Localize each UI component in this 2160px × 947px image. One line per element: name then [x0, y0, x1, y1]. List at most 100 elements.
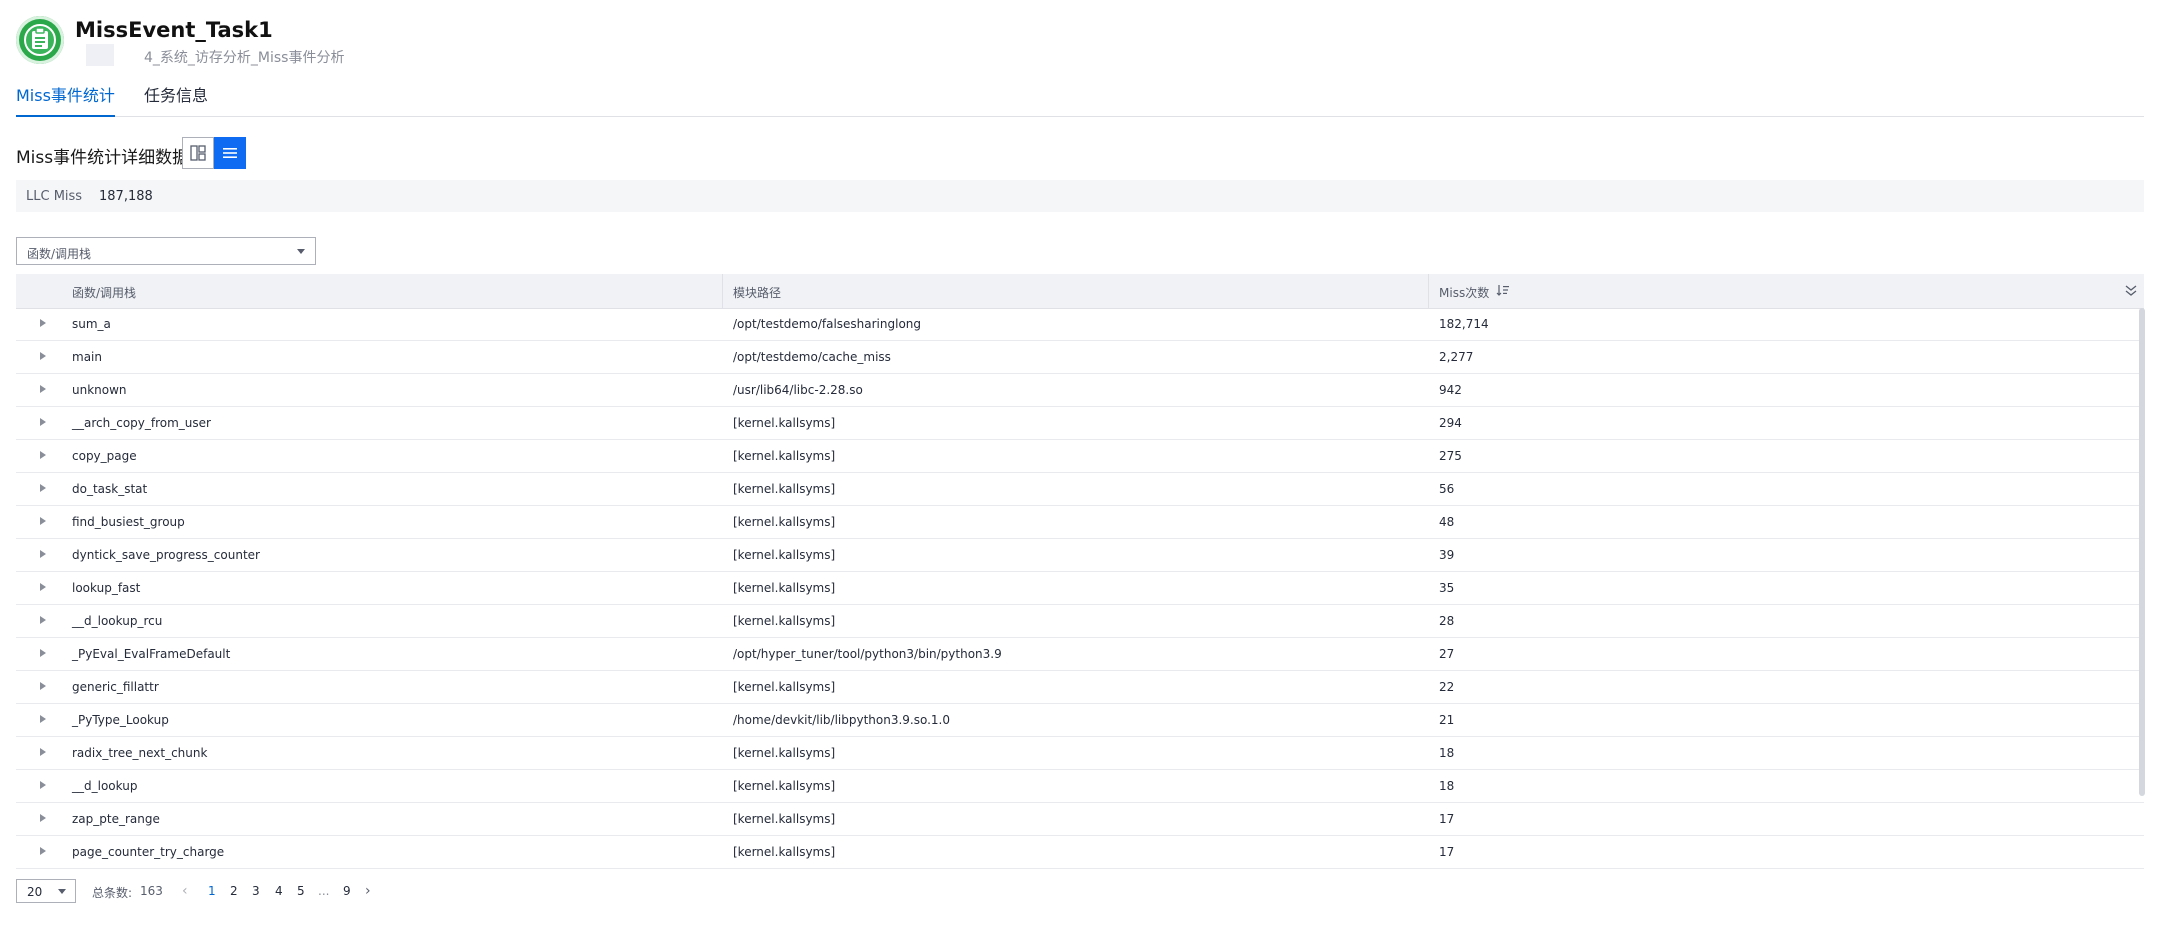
grid-view-icon [190, 145, 206, 161]
group-by-select[interactable]: 函数/调用栈 [16, 237, 316, 265]
table-header: 函数/调用栈 模块路径 Miss次数 [16, 274, 2144, 309]
summary-value: 187,188 [99, 189, 153, 204]
tab-task-info[interactable]: 任务信息 [144, 84, 208, 115]
expand-row-icon[interactable] [40, 682, 46, 690]
cell-miss-count: 17 [1439, 845, 1455, 859]
expand-row-icon[interactable] [40, 616, 46, 624]
expand-row-icon[interactable] [40, 814, 46, 822]
next-page-icon[interactable]: › [365, 883, 371, 899]
expand-row-icon[interactable] [40, 352, 46, 360]
cell-function: page_counter_try_charge [72, 845, 225, 859]
tab-bar: Miss事件统计 任务信息 [16, 84, 2144, 117]
table-body: sum_a/opt/testdemo/falsesharinglong 182,7… [16, 308, 2144, 869]
table-row[interactable]: dyntick_save_progress_counter [kernel.kal… [16, 539, 2144, 572]
prev-page-icon[interactable]: ‹ [182, 883, 188, 899]
cell-module-path: [kernel.kallsyms] [733, 680, 836, 694]
cell-module-path: /opt/testdemo/cache_miss [733, 350, 891, 364]
cell-module-path: [kernel.kallsyms] [733, 845, 836, 859]
cell-miss-count: 294 [1439, 416, 1462, 430]
cell-miss-count: 27 [1439, 647, 1455, 661]
table-row[interactable]: sum_a/opt/testdemo/falsesharinglong 182,7… [16, 308, 2144, 341]
table-row[interactable]: do_task_stat [kernel.kallsyms] 56 [16, 473, 2144, 506]
column-header-miss-count[interactable]: Miss次数 [1439, 284, 1489, 301]
list-view-icon [223, 148, 237, 158]
cell-function: __d_lookup [72, 779, 138, 793]
table-row[interactable]: __d_lookup_rcu [kernel.kallsyms] 28 [16, 605, 2144, 638]
table-scrollbar[interactable] [2139, 308, 2145, 796]
expand-row-icon[interactable] [40, 517, 46, 525]
expand-row-icon[interactable] [40, 319, 46, 327]
table-row[interactable]: find_busiest_group [kernel.kallsyms] 48 [16, 506, 2144, 539]
cell-function: __d_lookup_rcu [72, 614, 163, 628]
task-logo [16, 16, 64, 64]
expand-row-icon[interactable] [40, 484, 46, 492]
table-row[interactable]: __d_lookup [kernel.kallsyms] 18 [16, 770, 2144, 803]
cell-miss-count: 48 [1439, 515, 1455, 529]
cell-miss-count: 39 [1439, 548, 1455, 562]
expand-row-icon[interactable] [40, 847, 46, 855]
cell-module-path: /usr/lib64/libc-2.28.so [733, 383, 863, 397]
cell-module-path: [kernel.kallsyms] [733, 581, 836, 595]
cell-function: lookup_fast [72, 581, 141, 595]
table-row[interactable]: main/opt/testdemo/cache_miss 2,277 [16, 341, 2144, 374]
cell-miss-count: 22 [1439, 680, 1455, 694]
table-row[interactable]: generic_fillattr [kernel.kallsyms] 22 [16, 671, 2144, 704]
table-row[interactable]: radix_tree_next_chunk [kernel.kallsyms] 18 [16, 737, 2144, 770]
expand-row-icon[interactable] [40, 418, 46, 426]
expand-row-icon[interactable] [40, 781, 46, 789]
list-view-button[interactable] [214, 137, 246, 169]
cell-miss-count: 2,277 [1439, 350, 1474, 364]
cell-miss-count: 28 [1439, 614, 1455, 628]
column-header-module-path[interactable]: 模块路径 [733, 284, 781, 301]
cell-function: sum_a [72, 317, 111, 331]
cell-function: _PyType_Lookup [72, 713, 169, 727]
page-size-select[interactable]: 20 [16, 879, 76, 903]
cell-module-path: [kernel.kallsyms] [733, 482, 836, 496]
page-9[interactable]: 9 [343, 884, 351, 898]
table-row[interactable]: _PyType_Lookup/home/devkit/lib/libpython… [16, 704, 2144, 737]
cell-miss-count: 942 [1439, 383, 1462, 397]
grid-view-button[interactable] [182, 137, 214, 169]
cell-module-path: [kernel.kallsyms] [733, 416, 836, 430]
cell-module-path: [kernel.kallsyms] [733, 515, 836, 529]
column-header-function[interactable]: 函数/调用栈 [72, 284, 136, 301]
expand-row-icon[interactable] [40, 385, 46, 393]
expand-row-icon[interactable] [40, 715, 46, 723]
sort-icon[interactable] [1496, 284, 1510, 296]
expand-row-icon[interactable] [40, 583, 46, 591]
table-row[interactable]: _PyEval_EvalFrameDefault/opt/hyper_tuner… [16, 638, 2144, 671]
table-row[interactable]: __arch_copy_from_user [kernel.kallsyms] 29… [16, 407, 2144, 440]
cell-miss-count: 182,714 [1439, 317, 1489, 331]
page-ellipsis[interactable]: ... [318, 884, 329, 898]
clipboard-icon [32, 28, 48, 49]
expand-row-icon[interactable] [40, 649, 46, 657]
table-row[interactable]: zap_pte_range [kernel.kallsyms] 17 [16, 803, 2144, 836]
cell-module-path: /home/devkit/lib/libpython3.9.so.1.0 [733, 713, 951, 727]
expand-row-icon[interactable] [40, 748, 46, 756]
cell-function: unknown [72, 383, 127, 397]
page-4[interactable]: 4 [275, 884, 283, 898]
double-chevron-down-icon[interactable] [2124, 283, 2138, 297]
cell-miss-count: 18 [1439, 746, 1455, 760]
table-row[interactable]: copy_page [kernel.kallsyms] 275 [16, 440, 2144, 473]
tab-miss-event-stats[interactable]: Miss事件统计 [16, 84, 115, 117]
page-5[interactable]: 5 [297, 884, 305, 898]
total-count: 163 [140, 884, 163, 898]
page-size-value: 20 [27, 885, 43, 899]
table-row[interactable]: unknown/usr/lib64/libc-2.28.so 942 [16, 374, 2144, 407]
page-1[interactable]: 1 [208, 884, 216, 898]
table-row[interactable]: page_counter_try_charge [kernel.kallsyms]… [16, 836, 2144, 869]
cell-function: find_busiest_group [72, 515, 185, 529]
cell-miss-count: 21 [1439, 713, 1455, 727]
cell-function: copy_page [72, 449, 137, 463]
cell-miss-count: 18 [1439, 779, 1455, 793]
llc-miss-summary: LLC Miss 187,188 [16, 180, 2144, 212]
table-row[interactable]: lookup_fast [kernel.kallsyms] 35 [16, 572, 2144, 605]
expand-row-icon[interactable] [40, 550, 46, 558]
pagination: 20 总条数: 163 ‹ 1 2 3 4 5 ... 9 › [16, 879, 616, 903]
expand-row-icon[interactable] [40, 451, 46, 459]
task-subtitle: 4_系统_访存分析_Miss事件分析 [144, 50, 345, 66]
cell-module-path: [kernel.kallsyms] [733, 449, 836, 463]
page-2[interactable]: 2 [230, 884, 238, 898]
page-3[interactable]: 3 [252, 884, 260, 898]
